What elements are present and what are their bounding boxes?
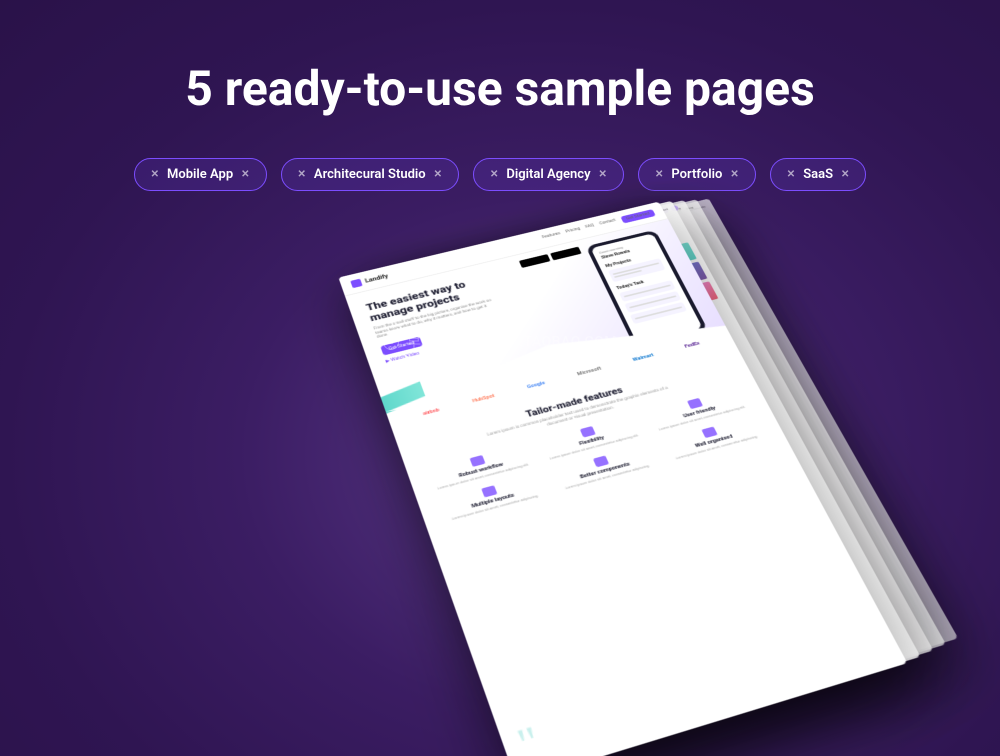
x-icon: ✕: [490, 169, 498, 180]
nav-cta: Get Started: [620, 208, 656, 222]
feature-icon: [701, 426, 717, 438]
mockup-stage: Landify Coworking SpacesMeeting RoomsOff…: [0, 241, 1000, 741]
feature-icon: [580, 425, 596, 437]
x-icon: ✕: [655, 169, 663, 180]
x-icon: ✕: [787, 169, 795, 180]
pill-portfolio[interactable]: ✕Portfolio✕: [638, 158, 756, 191]
x-icon: ✕: [599, 169, 607, 180]
watermark: Z 早道大咖 IAMDK.TAOBAO.COM: [383, 332, 617, 352]
nav-item: Contact: [598, 217, 618, 228]
feature-icon: [469, 454, 485, 466]
pill-architectural-studio[interactable]: ✕Architecural Studio✕: [281, 158, 459, 191]
logo-icon: [350, 278, 362, 288]
x-icon: ✕: [434, 169, 442, 180]
feature-icon: [481, 485, 497, 497]
x-icon: ✕: [730, 169, 738, 180]
pill-digital-agency[interactable]: ✕Digital Agency✕: [473, 158, 624, 191]
x-icon: ✕: [241, 169, 249, 180]
feature-icon: [687, 397, 703, 408]
nav-item: Pricing: [565, 226, 583, 236]
page-title: 5 ready-to-use sample pages: [0, 0, 1000, 118]
nav-item: Features: [541, 231, 562, 242]
logo-text: Landify: [364, 272, 389, 283]
watermark-icon: Z: [383, 334, 399, 350]
nav-item: FAQ: [585, 222, 597, 231]
pill-mobile-app[interactable]: ✕Mobile App✕: [134, 158, 267, 191]
x-icon: ✕: [841, 169, 849, 180]
category-pills: ✕Mobile App✕ ✕Architecural Studio✕ ✕Digi…: [0, 158, 1000, 191]
pill-saas[interactable]: ✕SaaS✕: [770, 158, 867, 191]
x-icon: ✕: [298, 169, 306, 180]
x-icon: ✕: [151, 169, 159, 180]
feature-icon: [593, 455, 609, 467]
quote-icon: ": [510, 714, 548, 756]
